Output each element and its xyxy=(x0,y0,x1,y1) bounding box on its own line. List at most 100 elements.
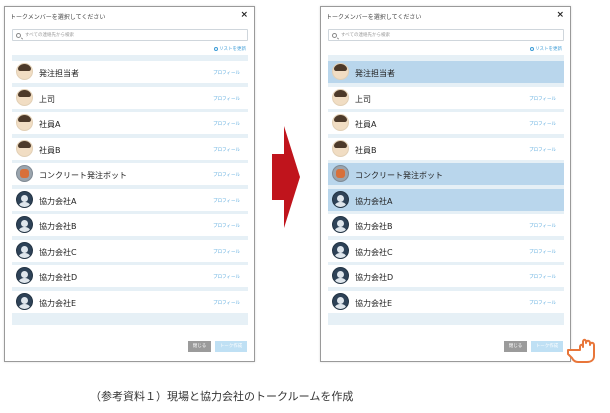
member-row[interactable]: 社員B プロフィール xyxy=(12,137,248,160)
profile-link[interactable]: プロフィール xyxy=(213,249,240,255)
dialog-header: トークメンバーを選択してください × xyxy=(321,7,570,27)
member-row[interactable]: 社員A プロフィール xyxy=(12,112,248,134)
staff-avatar xyxy=(16,63,33,80)
member-list: 発注担当者 上司 プロフィール 社員A プロフィール 社員B プロフィール コンクリート発注ボ… xyxy=(328,55,564,325)
search-icon xyxy=(16,33,21,38)
profile-link[interactable]: プロフィール xyxy=(213,300,240,306)
partner-avatar xyxy=(332,241,349,259)
member-name: コンクリート発注ボット xyxy=(355,171,443,180)
member-row[interactable]: 協力会社B プロフィール xyxy=(12,214,248,236)
dialog-title: トークメンバーを選択してください xyxy=(10,14,106,21)
partner-avatar xyxy=(16,292,33,310)
partner-avatar xyxy=(16,241,33,259)
staff-avatar xyxy=(332,114,349,131)
member-name: コンクリート発注ボット xyxy=(39,171,127,180)
member-row[interactable]: 協力会社E プロフィール xyxy=(12,290,248,313)
search-icon xyxy=(332,33,337,38)
search-input[interactable]: すべての連絡先から検索 xyxy=(328,29,564,41)
member-name: 協力会社C xyxy=(39,247,77,257)
figure-caption: （参考資料１）現場と協力会社のトークルームを作成 xyxy=(90,390,354,403)
partner-avatar xyxy=(332,267,349,284)
refresh-list-link[interactable]: リストを更新 xyxy=(530,46,562,52)
member-name: 協力会社A xyxy=(39,196,77,206)
bot-avatar xyxy=(332,165,349,182)
member-name: 協力会社E xyxy=(39,298,77,308)
refresh-list-link[interactable]: リストを更新 xyxy=(214,46,246,52)
profile-link[interactable]: プロフィール xyxy=(213,198,240,204)
member-row[interactable]: 協力会社E プロフィール xyxy=(328,290,564,313)
search-placeholder: すべての連絡先から検索 xyxy=(341,33,391,38)
profile-link[interactable]: プロフィール xyxy=(213,96,240,102)
profile-link[interactable]: プロフィール xyxy=(529,223,556,229)
staff-avatar xyxy=(332,63,349,80)
member-row[interactable]: 協力会社D プロフィール xyxy=(328,265,564,287)
member-row[interactable]: 協力会社D プロフィール xyxy=(12,265,248,287)
close-button[interactable]: 閉じる xyxy=(188,341,211,352)
profile-link[interactable]: プロフィール xyxy=(529,121,556,127)
refresh-icon xyxy=(530,47,534,51)
refresh-list-label: リストを更新 xyxy=(219,47,246,52)
member-row[interactable]: 発注担当者 プロフィール xyxy=(12,61,248,83)
member-row[interactable]: 協力会社B プロフィール xyxy=(328,214,564,236)
bot-avatar xyxy=(16,165,33,182)
close-icon[interactable]: × xyxy=(556,10,564,20)
profile-link[interactable]: プロフィール xyxy=(529,249,556,255)
dialog-footer xyxy=(328,327,564,355)
member-name: 発注担当者 xyxy=(39,69,79,78)
member-row[interactable]: 上司 プロフィール xyxy=(328,86,564,109)
member-row[interactable]: コンクリート発注ボット xyxy=(328,163,564,185)
member-row[interactable]: 協力会社A xyxy=(328,188,564,211)
profile-link[interactable]: プロフィール xyxy=(529,300,556,306)
close-icon[interactable]: × xyxy=(240,10,248,20)
member-select-dialog-after: トークメンバーを選択してください × すべての連絡先から検索 リストを更新 発注… xyxy=(320,6,571,362)
search-input[interactable]: すべての連絡先から検索 xyxy=(12,29,248,41)
refresh-icon xyxy=(214,47,218,51)
dialog-footer xyxy=(12,327,248,355)
close-button[interactable]: 閉じる xyxy=(504,341,527,352)
right-arrow-icon xyxy=(272,126,300,228)
dialog-title: トークメンバーを選択してください xyxy=(326,14,422,21)
staff-avatar xyxy=(16,139,33,157)
refresh-list-label: リストを更新 xyxy=(535,47,562,52)
profile-link[interactable]: プロフィール xyxy=(213,223,240,229)
member-name: 協力会社A xyxy=(355,196,393,206)
member-name: 社員A xyxy=(355,120,377,129)
member-select-dialog-before: トークメンバーを選択してください × すべての連絡先から検索 リストを更新 発注… xyxy=(4,6,255,362)
member-row[interactable]: 協力会社A プロフィール xyxy=(12,188,248,211)
profile-link[interactable]: プロフィール xyxy=(213,70,240,76)
profile-link[interactable]: プロフィール xyxy=(213,274,240,280)
profile-link[interactable]: プロフィール xyxy=(529,274,556,280)
profile-link[interactable]: プロフィール xyxy=(529,147,556,153)
member-row[interactable]: 上司 プロフィール xyxy=(12,86,248,109)
profile-link[interactable]: プロフィール xyxy=(213,172,240,178)
member-name: 協力会社B xyxy=(355,222,393,231)
profile-link[interactable]: プロフィール xyxy=(213,147,240,153)
member-row[interactable]: 発注担当者 xyxy=(328,61,564,83)
member-row[interactable]: コンクリート発注ボット プロフィール xyxy=(12,163,248,185)
member-name: 上司 xyxy=(355,94,371,104)
member-name: 発注担当者 xyxy=(355,69,395,78)
staff-avatar xyxy=(16,114,33,131)
create-talk-button[interactable]: トーク作成 xyxy=(215,341,247,352)
member-name: 協力会社B xyxy=(39,222,77,231)
partner-avatar xyxy=(16,216,33,233)
member-name: 協力会社E xyxy=(355,298,393,308)
partner-avatar xyxy=(16,190,33,208)
staff-avatar xyxy=(332,139,349,157)
member-row[interactable]: 協力会社C プロフィール xyxy=(12,239,248,262)
member-name: 社員B xyxy=(39,145,61,155)
member-name: 社員B xyxy=(355,145,377,155)
profile-link[interactable]: プロフィール xyxy=(213,121,240,127)
member-name: 協力会社C xyxy=(355,247,393,257)
search-placeholder: すべての連絡先から検索 xyxy=(25,33,75,38)
profile-link[interactable]: プロフィール xyxy=(529,96,556,102)
staff-avatar xyxy=(16,88,33,106)
member-row[interactable]: 協力会社C プロフィール xyxy=(328,239,564,262)
member-row[interactable]: 社員B プロフィール xyxy=(328,137,564,160)
dialog-header: トークメンバーを選択してください × xyxy=(5,7,254,27)
create-talk-button[interactable]: トーク作成 xyxy=(531,341,563,352)
member-row[interactable]: 社員A プロフィール xyxy=(328,112,564,134)
member-name: 協力会社D xyxy=(355,273,394,282)
member-name: 協力会社D xyxy=(39,273,78,282)
partner-avatar xyxy=(332,190,349,208)
